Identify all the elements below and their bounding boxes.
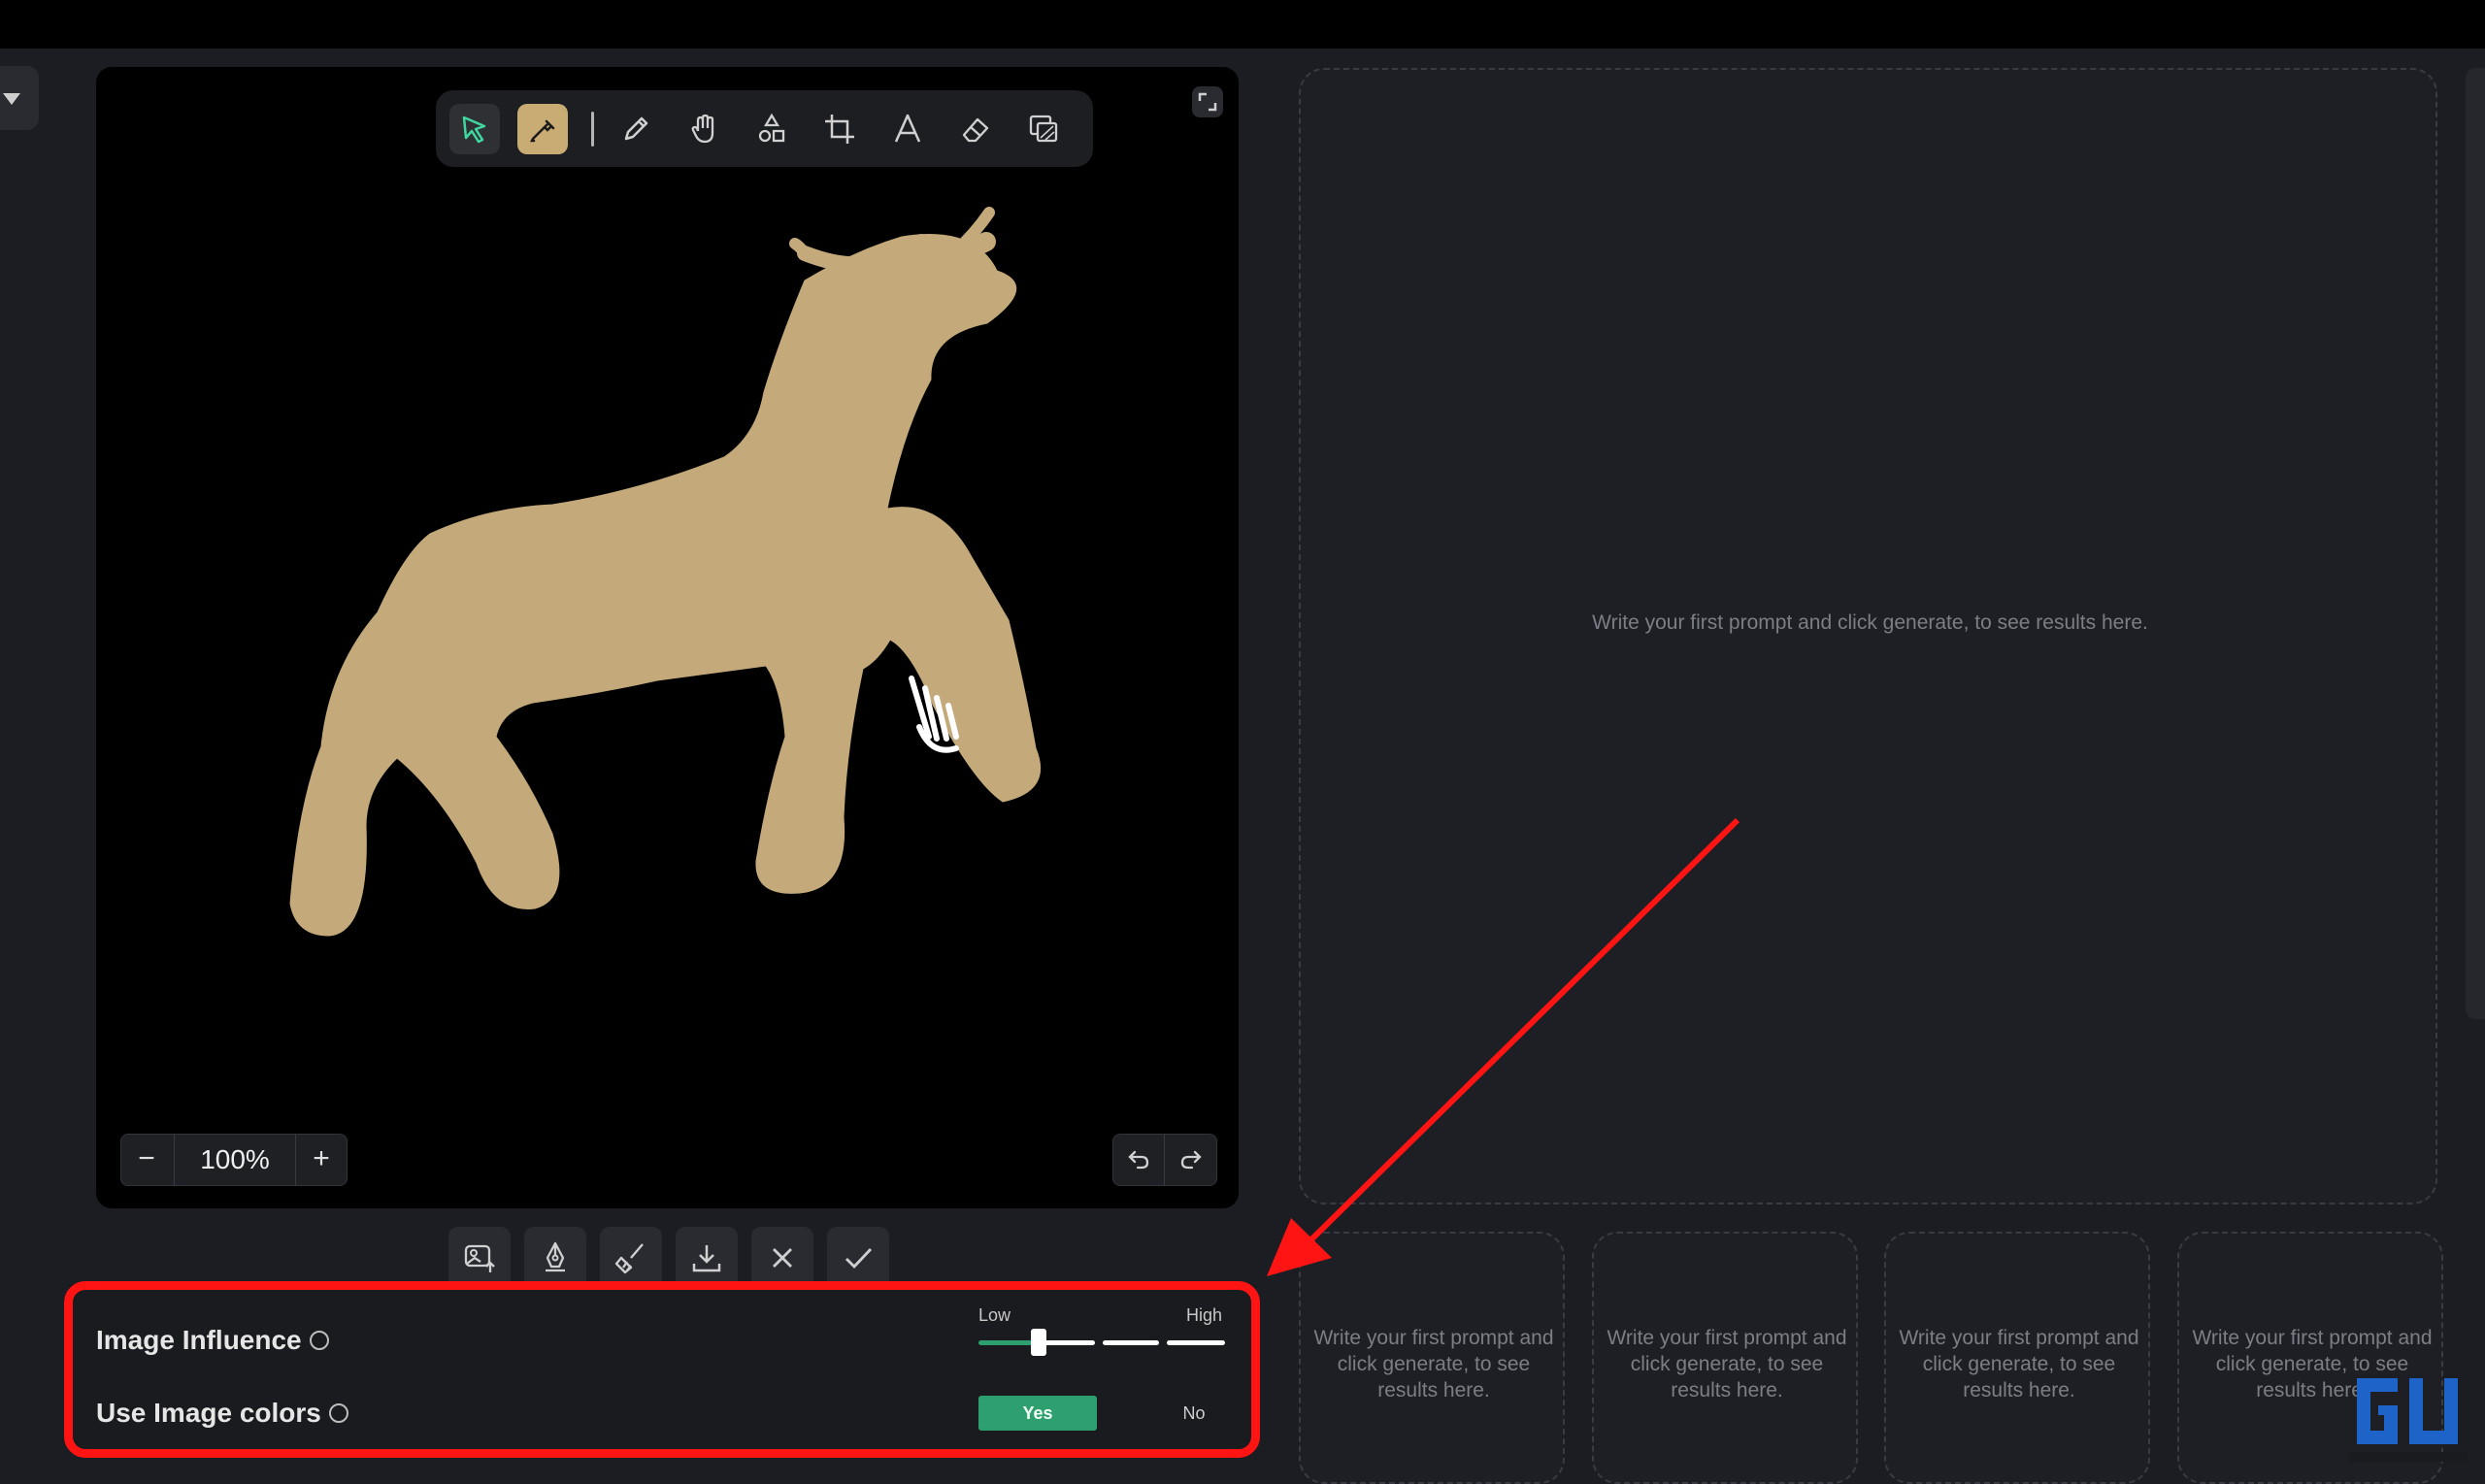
select-icon — [462, 115, 486, 144]
eyedropper-tool-button[interactable] — [517, 104, 568, 154]
shapes-tool-button[interactable] — [746, 104, 797, 154]
close-icon — [773, 1248, 792, 1268]
top-bar — [0, 0, 2485, 49]
undo-icon — [1128, 1150, 1149, 1170]
result-thumb-placeholder: Write your first prompt and click genera… — [1884, 1232, 2150, 1484]
hand-icon — [691, 114, 714, 144]
sketch-drawing[interactable] — [96, 67, 1239, 1208]
layers-icon — [1029, 115, 1058, 143]
text-icon — [894, 114, 921, 143]
pencil-tool-button[interactable] — [611, 104, 661, 154]
pen-tool-button[interactable] — [524, 1227, 586, 1285]
placeholder-text: Write your first prompt and click genera… — [1607, 1327, 1847, 1402]
annotation-highlight-box — [64, 1281, 1260, 1458]
sketch-canvas-panel: − 100% + — [96, 67, 1239, 1208]
side-panel-toggle[interactable] — [0, 66, 39, 130]
select-tool-button[interactable] — [449, 104, 500, 154]
main-result-placeholder: Write your first prompt and click genera… — [1299, 68, 2437, 1204]
crop-tool-button[interactable] — [814, 104, 865, 154]
placeholder-text: Write your first prompt and click genera… — [1313, 1327, 1554, 1402]
eyedropper-icon — [529, 119, 555, 143]
placeholder-text: Write your first prompt and click genera… — [1899, 1327, 2139, 1402]
toolbar-separator — [591, 112, 594, 147]
zoom-control: − 100% + — [120, 1134, 348, 1186]
download-button[interactable] — [676, 1227, 738, 1285]
redo-button[interactable] — [1166, 1135, 1216, 1185]
undo-button[interactable] — [1113, 1135, 1164, 1185]
result-thumb-placeholder: Write your first prompt and click genera… — [1592, 1232, 1858, 1484]
zoom-level: 100% — [174, 1135, 296, 1185]
result-thumb-placeholder: Write your first prompt and click genera… — [1299, 1232, 1565, 1484]
image-upload-icon — [464, 1244, 495, 1272]
caret-down-icon — [3, 93, 20, 105]
crop-icon — [825, 115, 854, 144]
eraser-icon — [962, 117, 989, 143]
upload-image-button[interactable] — [448, 1227, 511, 1285]
pencil-icon — [624, 116, 648, 141]
expand-icon — [1198, 92, 1217, 112]
right-scrollbar[interactable] — [2466, 68, 2485, 1019]
check-icon — [845, 1248, 873, 1270]
placeholder-text: Write your first prompt and click genera… — [1592, 611, 2148, 634]
download-icon — [692, 1245, 721, 1272]
deer-sketch — [289, 207, 1041, 937]
shapes-icon — [758, 113, 785, 143]
hand-tool-button[interactable] — [679, 104, 729, 154]
zoom-out-button[interactable]: − — [121, 1135, 172, 1185]
brush-button[interactable] — [600, 1227, 662, 1285]
zoom-in-button[interactable]: + — [296, 1135, 347, 1185]
canvas-action-bar — [448, 1227, 891, 1285]
confirm-button[interactable] — [827, 1227, 889, 1285]
brush-icon — [614, 1243, 644, 1274]
eraser-tool-button[interactable] — [950, 104, 1001, 154]
watermark-logo — [2349, 1378, 2468, 1462]
history-control — [1112, 1134, 1217, 1186]
drawing-toolbar — [436, 90, 1093, 167]
discard-button[interactable] — [751, 1227, 813, 1285]
layers-tool-button[interactable] — [1018, 104, 1069, 154]
redo-icon — [1180, 1150, 1202, 1170]
text-tool-button[interactable] — [882, 104, 933, 154]
expand-canvas-button[interactable] — [1192, 86, 1223, 117]
pen-tool-icon — [546, 1241, 565, 1272]
